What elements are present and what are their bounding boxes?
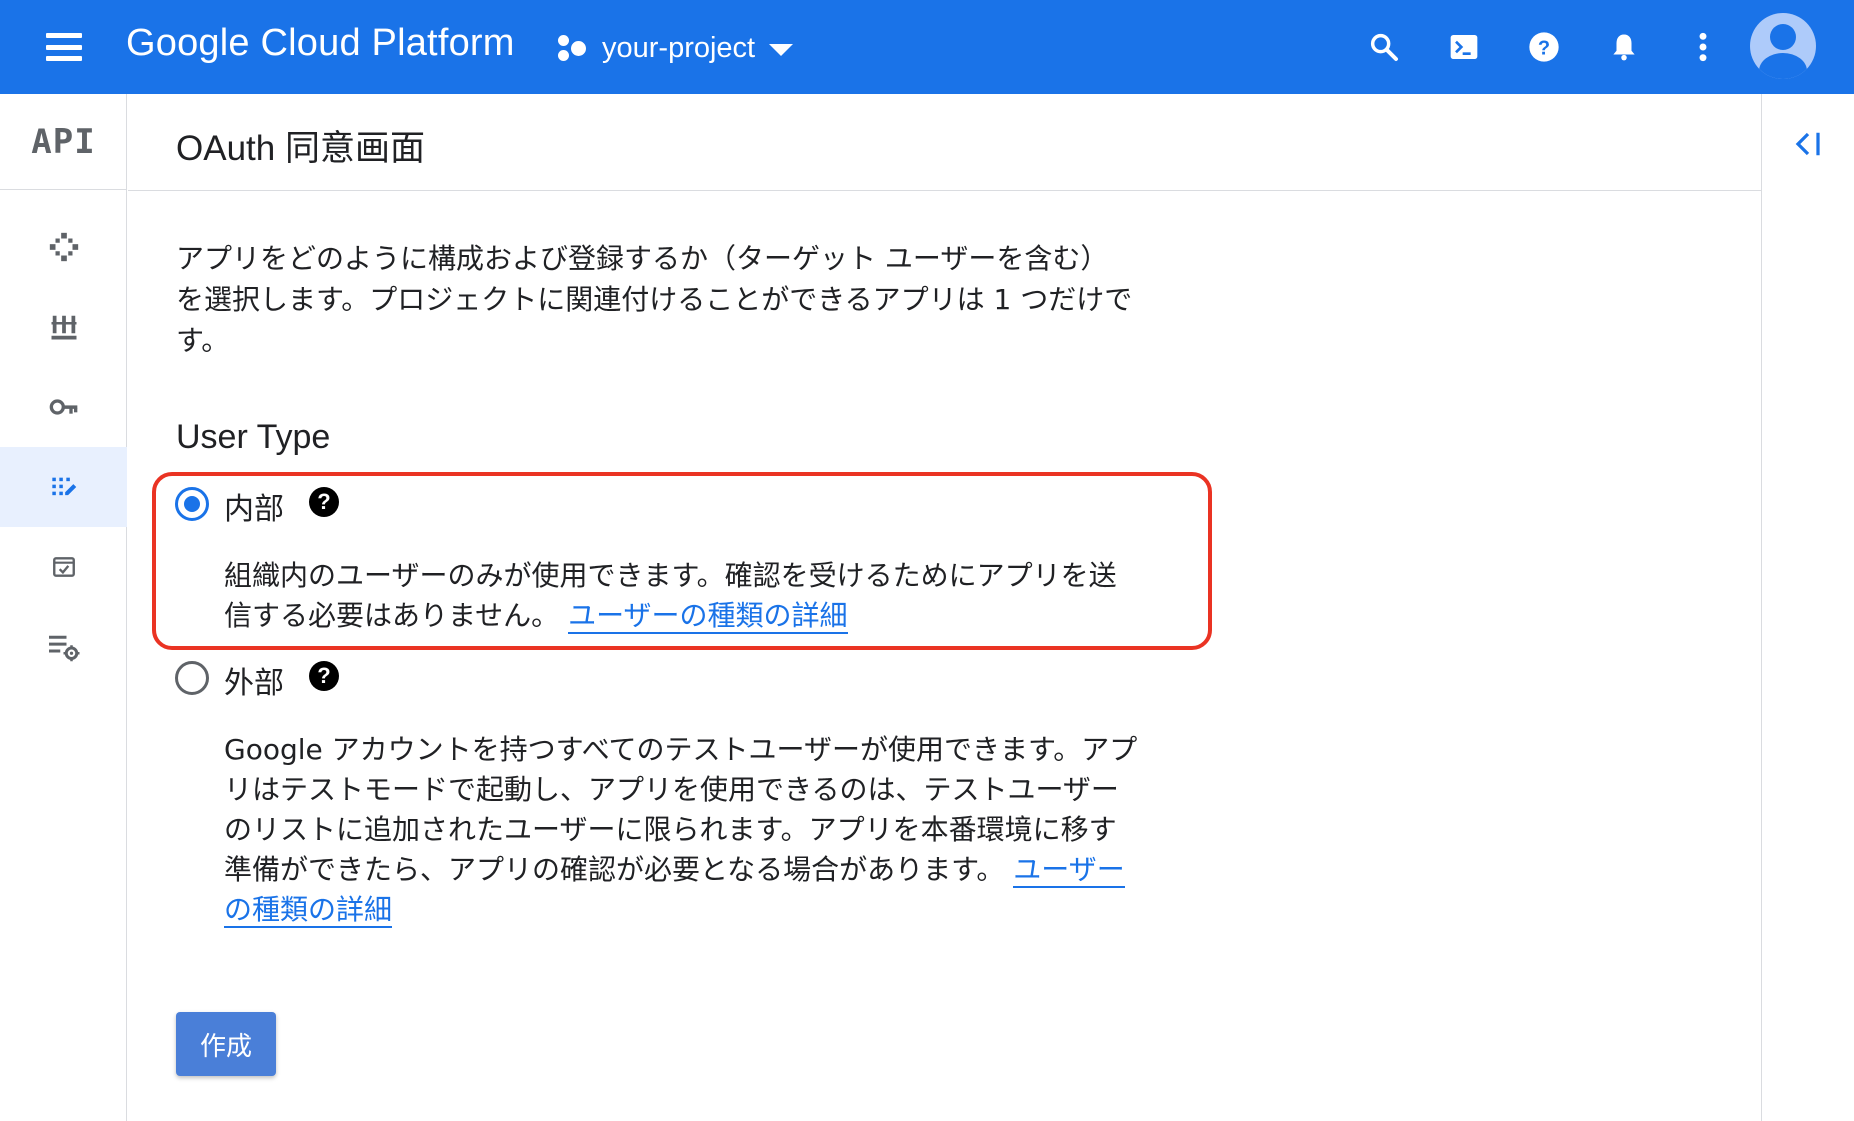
svg-text:?: ? (1538, 37, 1550, 59)
notifications-icon[interactable] (1601, 24, 1647, 70)
credentials-key-icon[interactable] (0, 367, 127, 447)
description-line: Google アカウントを持つすべてのテストユーザーが使用できます。アプ (224, 733, 1138, 766)
intro-line: アプリをどのように構成および登録するか（ターゲット ユーザーを含む） (176, 242, 1109, 275)
description-text: 信する必要はありません。 (224, 599, 560, 632)
internal-label[interactable]: 内部 (224, 484, 284, 528)
page-title: OAuth 同意画面 (176, 129, 425, 168)
description-line: 準備ができたら、アプリの確認が必要となる場合があります。 ユーザー (224, 850, 1137, 890)
collapse-panel-icon[interactable] (1784, 124, 1832, 164)
external-label[interactable]: 外部 (224, 658, 284, 702)
help-icon[interactable]: ? (309, 487, 339, 517)
intro-line: を選択します。プロジェクトに関連付けることができるアプリは 1 つだけで (176, 283, 1133, 316)
internal-description: 組織内のユーザーのみが使用できます。確認を受けるためにアプリを送 信する必要はあ… (224, 556, 1117, 636)
create-button[interactable]: 作成 (176, 1012, 276, 1076)
project-selector[interactable]: your-project (556, 26, 794, 70)
user-type-details-link[interactable]: ユーザー (1013, 853, 1125, 888)
description-line: 組織内のユーザーのみが使用できます。確認を受けるためにアプリを送 (224, 559, 1117, 592)
brand-title[interactable]: Google Cloud Platform (126, 22, 515, 65)
intro-text: アプリをどのように構成および登録するか（ターゲット ユーザーを含む） を選択しま… (176, 238, 1206, 361)
user-type-heading: User Type (176, 418, 331, 456)
description-line: のリストに追加されたユーザーに限られます。アプリを本番環境に移す (224, 813, 1117, 846)
description-text: 準備ができたら、アプリの確認が必要となる場合があります。 (224, 853, 1005, 886)
right-panel (1761, 94, 1854, 1121)
left-nav: API (0, 94, 127, 1121)
user-type-details-link[interactable]: の種類の詳細 (224, 893, 393, 928)
intro-line: す。 (176, 324, 230, 357)
cloud-shell-icon[interactable] (1441, 24, 1487, 70)
menu-icon[interactable] (40, 29, 88, 65)
internal-radio[interactable] (175, 487, 209, 521)
library-icon[interactable] (0, 287, 127, 367)
search-icon[interactable] (1361, 24, 1407, 70)
user-type-details-link[interactable]: ユーザーの種類の詳細 (568, 599, 848, 634)
help-circle-icon[interactable]: ? (1521, 24, 1567, 70)
dashboard-icon[interactable] (0, 207, 127, 287)
page-header: OAuth 同意画面 (128, 94, 1761, 191)
chevron-down-icon (769, 44, 794, 56)
project-icon (556, 33, 590, 63)
page-settings-icon[interactable] (0, 607, 127, 687)
description-line: の種類の詳細 (224, 890, 1137, 930)
external-radio[interactable] (175, 661, 209, 695)
description-line: リはテストモードで起動し、アプリを使用できるのは、テストユーザー (224, 773, 1119, 806)
description-line: 信する必要はありません。 ユーザーの種類の詳細 (224, 596, 1117, 636)
top-app-bar: Google Cloud Platform your-project ? (0, 0, 1854, 94)
oauth-consent-icon[interactable] (0, 447, 127, 527)
api-logo[interactable]: API (0, 94, 127, 190)
account-avatar[interactable] (1750, 13, 1816, 79)
project-name: your-project (602, 31, 756, 64)
help-icon[interactable]: ? (309, 661, 339, 691)
domain-verification-icon[interactable] (0, 527, 127, 607)
more-vert-icon[interactable] (1680, 24, 1726, 70)
external-description: Google アカウントを持つすべてのテストユーザーが使用できます。アプ リはテ… (224, 730, 1137, 930)
